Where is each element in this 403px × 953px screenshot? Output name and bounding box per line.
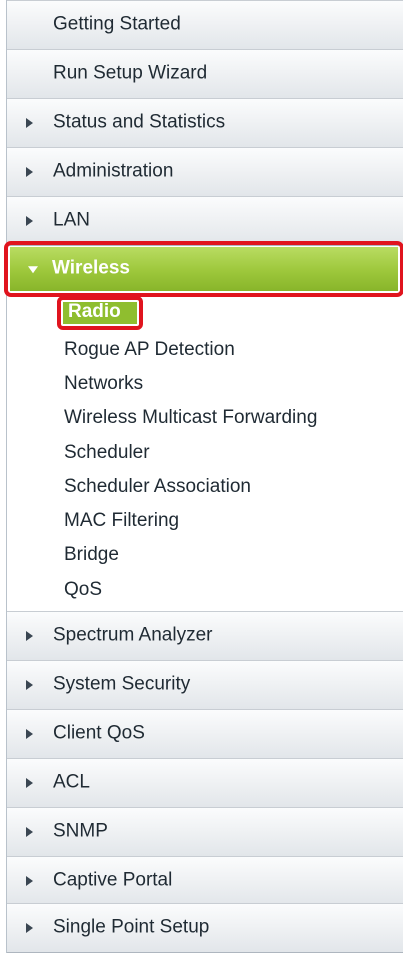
nav-item-status-and-statistics[interactable]: Status and Statistics bbox=[7, 98, 403, 148]
nav-item-lan[interactable]: LAN bbox=[7, 196, 403, 246]
triangle-down-icon bbox=[28, 266, 38, 274]
nav-item-label: Administration bbox=[53, 160, 174, 182]
sub-item-qos[interactable]: QoS bbox=[64, 579, 102, 601]
triangle-right-icon bbox=[26, 216, 33, 226]
nav-item-captive-portal[interactable]: Captive Portal bbox=[7, 856, 403, 906]
wireless-highlight-frame: Wireless bbox=[4, 241, 403, 297]
nav-item-snmp[interactable]: SNMP bbox=[7, 807, 403, 857]
triangle-right-icon bbox=[26, 680, 33, 690]
sub-item-networks[interactable]: Networks bbox=[64, 373, 143, 395]
nav-item-client-qos[interactable]: Client QoS bbox=[7, 709, 403, 759]
nav-item-label: Captive Portal bbox=[53, 869, 173, 891]
nav-item-wireless[interactable]: Wireless bbox=[10, 247, 398, 291]
sub-item-mac-filtering[interactable]: MAC Filtering bbox=[64, 510, 179, 532]
nav-item-label: Client QoS bbox=[53, 722, 145, 744]
triangle-right-icon bbox=[26, 118, 33, 128]
nav-item-spectrum-analyzer[interactable]: Spectrum Analyzer bbox=[7, 611, 403, 661]
sub-item-rogue-ap-detection[interactable]: Rogue AP Detection bbox=[64, 339, 235, 361]
sub-item-scheduler[interactable]: Scheduler bbox=[64, 442, 150, 464]
nav-item-label: SNMP bbox=[53, 820, 108, 842]
sub-item-radio[interactable]: Radio bbox=[63, 301, 137, 324]
nav-item-label: Single Point Setup bbox=[53, 916, 210, 938]
triangle-right-icon bbox=[26, 729, 33, 739]
nav-item-label: Wireless bbox=[52, 257, 130, 279]
nav-item-administration[interactable]: Administration bbox=[7, 147, 403, 197]
sub-item-scheduler-association[interactable]: Scheduler Association bbox=[64, 476, 251, 498]
nav-item-acl[interactable]: ACL bbox=[7, 758, 403, 808]
radio-highlight-frame: Radio bbox=[57, 296, 143, 330]
sub-item-wireless-multicast-forwarding[interactable]: Wireless Multicast Forwarding bbox=[64, 407, 317, 429]
nav-item-label: Status and Statistics bbox=[53, 111, 226, 133]
nav-item-getting-started[interactable]: Getting Started bbox=[7, 0, 403, 50]
nav-item-label: System Security bbox=[53, 673, 191, 695]
triangle-right-icon bbox=[26, 167, 33, 177]
nav-item-single-point-setup[interactable]: Single Point Setup bbox=[7, 903, 403, 953]
nav-item-label: ACL bbox=[53, 771, 90, 793]
sub-item-label: Radio bbox=[68, 301, 121, 323]
triangle-right-icon bbox=[26, 778, 33, 788]
triangle-right-icon bbox=[26, 876, 33, 886]
nav-item-label: Run Setup Wizard bbox=[53, 62, 208, 84]
sub-item-bridge[interactable]: Bridge bbox=[64, 544, 119, 566]
nav-item-label: Getting Started bbox=[53, 13, 181, 35]
triangle-right-icon bbox=[26, 923, 33, 933]
triangle-right-icon bbox=[26, 631, 33, 641]
nav-item-label: LAN bbox=[53, 209, 90, 231]
left-navigation-menu: Getting Started Run Setup Wizard Status … bbox=[4, 0, 403, 953]
nav-item-system-security[interactable]: System Security bbox=[7, 660, 403, 710]
nav-item-label: Spectrum Analyzer bbox=[53, 624, 213, 646]
triangle-right-icon bbox=[26, 827, 33, 837]
nav-item-run-setup-wizard[interactable]: Run Setup Wizard bbox=[7, 49, 403, 99]
